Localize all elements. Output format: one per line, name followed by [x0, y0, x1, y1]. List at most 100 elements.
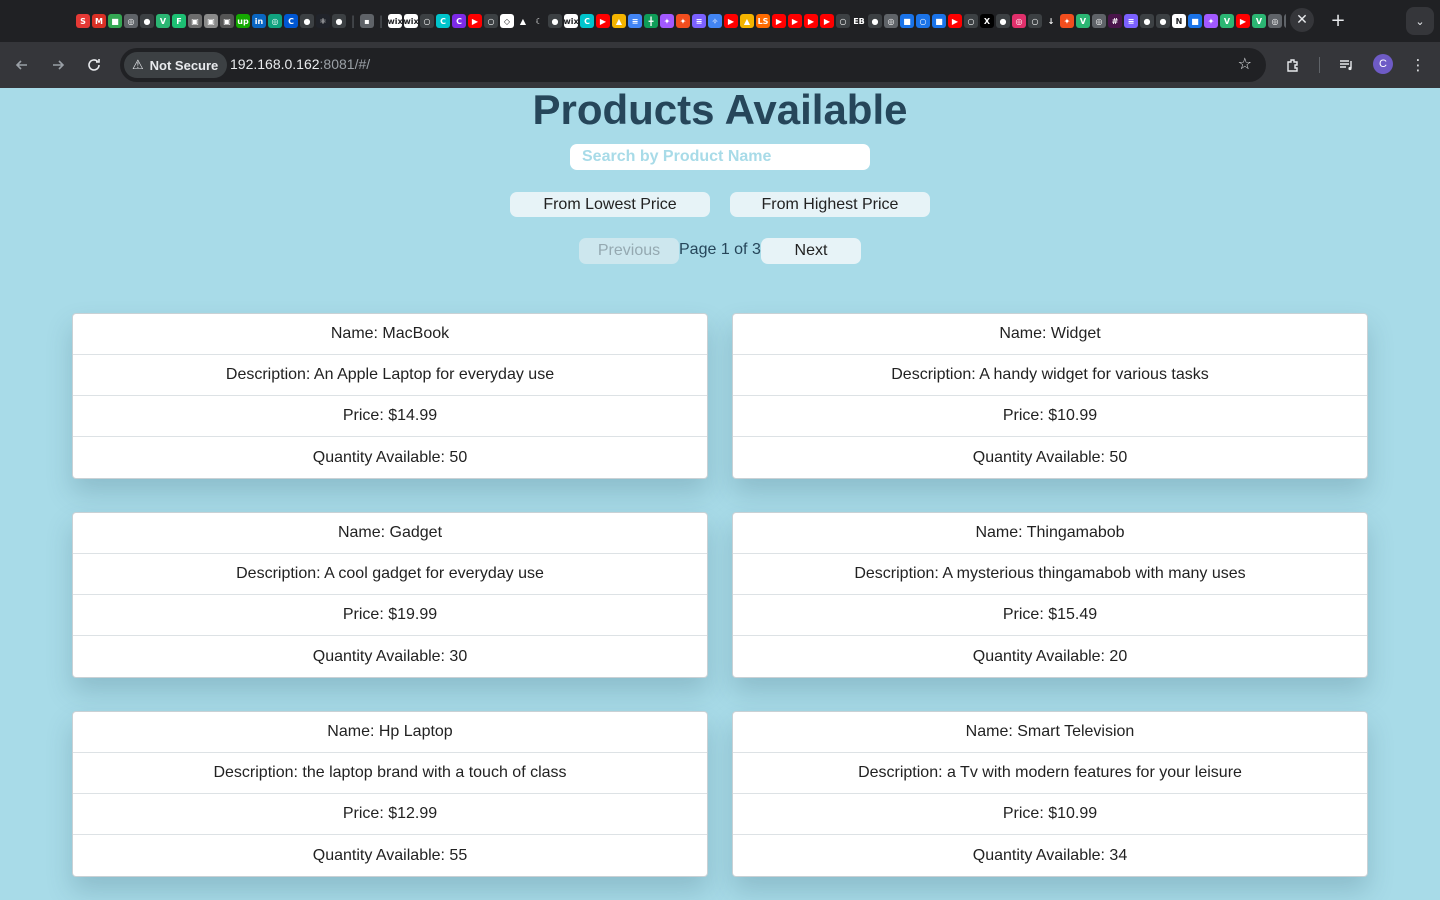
favicon-github-icon[interactable]: ●: [996, 14, 1010, 28]
favicon-search-icon[interactable]: ○: [836, 14, 850, 28]
favicon-github-icon[interactable]: ●: [140, 14, 154, 28]
favicon-github-icon[interactable]: ●: [548, 14, 562, 28]
favicon-drive-icon[interactable]: ▲: [740, 14, 754, 28]
favicon-linkedin-icon[interactable]: in: [252, 14, 266, 28]
favicon-react-icon[interactable]: ⚛: [316, 14, 330, 28]
favicon-fiverr-icon[interactable]: F: [172, 14, 186, 28]
favicon-ls-icon[interactable]: LS: [756, 14, 770, 28]
tab-search-icon[interactable]: ⌄: [1406, 7, 1434, 35]
favicon-v-icon[interactable]: V: [1076, 14, 1090, 28]
favicon-openai-icon[interactable]: ◎: [124, 14, 138, 28]
favicon-moon-icon[interactable]: ☾: [532, 14, 546, 28]
favicon-sparkle-icon[interactable]: ✧: [708, 14, 722, 28]
new-tab-icon[interactable]: +: [1326, 8, 1350, 32]
favicon-wix-icon[interactable]: wix: [388, 14, 402, 28]
favicon-list-icon[interactable]: ≡: [692, 14, 706, 28]
favicon-youtube-icon[interactable]: ▶: [596, 14, 610, 28]
favicon-openai-icon[interactable]: ◎: [1092, 14, 1106, 28]
favicon-slack-icon[interactable]: #: [1108, 14, 1122, 28]
forward-arrow-icon[interactable]: [44, 51, 72, 79]
favicon-github-icon[interactable]: ●: [1140, 14, 1154, 28]
security-chip[interactable]: ⚠ Not Secure: [124, 52, 228, 78]
favicon-search-icon[interactable]: ○: [964, 14, 978, 28]
favicon-list-icon[interactable]: ≡: [1124, 14, 1138, 28]
favicon-search-icon[interactable]: ○: [420, 14, 434, 28]
favicon-youtube-icon[interactable]: ▶: [804, 14, 818, 28]
favicon-github-icon[interactable]: ●: [332, 14, 346, 28]
favicon-openai-icon[interactable]: ◎: [1284, 14, 1286, 28]
favicon-youtube-icon[interactable]: ▶: [1236, 14, 1250, 28]
favicon-figma-icon[interactable]: ✦: [676, 14, 690, 28]
favicon-search-icon[interactable]: ○: [916, 14, 930, 28]
address-bar[interactable]: ⚠ Not Secure 192.168.0.162:8081/#/ ☆: [120, 48, 1266, 82]
favicon-image-icon[interactable]: ▣: [204, 14, 218, 28]
favicon-github-icon[interactable]: ●: [300, 14, 314, 28]
product-price: Price: $12.99: [73, 794, 707, 835]
favicon-youtube-icon[interactable]: ▶: [468, 14, 482, 28]
product-search-input[interactable]: [570, 144, 870, 170]
favicon-image-icon[interactable]: ▣: [188, 14, 202, 28]
favicon-youtube-icon[interactable]: ▶: [820, 14, 834, 28]
favicon-v-icon[interactable]: V: [1220, 14, 1234, 28]
next-page-button[interactable]: Next: [761, 238, 861, 264]
favicon-figma-icon[interactable]: ✦: [660, 14, 674, 28]
favicon-bookmark-icon[interactable]: ■: [108, 14, 122, 28]
reload-icon[interactable]: [80, 51, 108, 79]
favicon-bookmark-icon[interactable]: ■: [1188, 14, 1202, 28]
favicon-bookmark-icon[interactable]: ■: [900, 14, 914, 28]
menu-kebab-icon[interactable]: ⋮: [1404, 51, 1432, 79]
favicon-s-icon[interactable]: S: [76, 14, 90, 28]
favicon-codepen-icon[interactable]: ◇: [500, 14, 514, 28]
favicon-openai-icon[interactable]: ◎: [884, 14, 898, 28]
favicon-github-icon[interactable]: ●: [868, 14, 882, 28]
profile-avatar[interactable]: C: [1373, 54, 1393, 74]
favicon-download-icon[interactable]: ↓: [1044, 14, 1058, 28]
favicon-gmail-icon[interactable]: M: [92, 14, 106, 28]
favicon-github-icon[interactable]: ●: [1156, 14, 1170, 28]
media-control-icon[interactable]: [1332, 51, 1360, 79]
favicon-coursera-icon[interactable]: C: [284, 14, 298, 28]
favicon-wix-icon[interactable]: wix: [564, 14, 578, 28]
url-text[interactable]: 192.168.0.162:8081/#/: [230, 56, 370, 72]
favicon-search-icon[interactable]: ○: [484, 14, 498, 28]
favicon-v-icon[interactable]: V: [156, 14, 170, 28]
product-card: Name: Thingamabob Description: A mysteri…: [732, 512, 1368, 678]
favicon-canva-icon[interactable]: C: [580, 14, 594, 28]
favicon-chatgpt-icon[interactable]: ◎: [268, 14, 282, 28]
sort-highest-price-button[interactable]: From Highest Price: [730, 192, 930, 217]
url-path: :8081/#/: [319, 56, 371, 72]
bookmark-star-icon[interactable]: ☆: [1238, 54, 1252, 73]
favicon-youtube-icon[interactable]: ▶: [948, 14, 962, 28]
favicon-v-icon[interactable]: V: [1252, 14, 1266, 28]
previous-page-button[interactable]: Previous: [579, 238, 679, 264]
favicon-upwork-icon[interactable]: up: [236, 14, 250, 28]
favicon-sheets-icon[interactable]: ╋: [644, 14, 658, 28]
favicon-canva-icon[interactable]: C: [452, 14, 466, 28]
favicon-drive-icon[interactable]: ▲: [612, 14, 626, 28]
extensions-icon[interactable]: [1279, 51, 1307, 79]
product-name: Name: Thingamabob: [733, 513, 1367, 554]
favicon-youtube-icon[interactable]: ▶: [724, 14, 738, 28]
favicon-search-icon[interactable]: ○: [1028, 14, 1042, 28]
favicon-canva-icon[interactable]: C: [436, 14, 450, 28]
tab-close-icon[interactable]: ✕: [1290, 8, 1314, 32]
favicon-folder-icon[interactable]: ▪: [360, 14, 374, 28]
favicon-image-icon[interactable]: ▣: [220, 14, 234, 28]
favicon-figma-icon[interactable]: ✦: [1060, 14, 1074, 28]
favicon-docs-icon[interactable]: ≡: [628, 14, 642, 28]
favicon-youtube-icon[interactable]: ▶: [788, 14, 802, 28]
back-arrow-icon[interactable]: [8, 51, 36, 79]
favicon-eb-icon[interactable]: EB: [852, 14, 866, 28]
favicon-instagram-icon[interactable]: ◎: [1012, 14, 1026, 28]
favicon-bookmark-icon[interactable]: ■: [932, 14, 946, 28]
favicon-x-icon[interactable]: X: [980, 14, 994, 28]
favicon-notion-icon[interactable]: N: [1172, 14, 1186, 28]
favicon-wix-icon[interactable]: wix: [404, 14, 418, 28]
sort-lowest-price-button[interactable]: From Lowest Price: [510, 192, 710, 217]
product-card: Name: Hp Laptop Description: the laptop …: [72, 711, 708, 877]
favicon-openai-icon[interactable]: ◎: [1268, 14, 1282, 28]
favicon-youtube-icon[interactable]: ▶: [772, 14, 786, 28]
product-name: Name: Widget: [733, 314, 1367, 355]
favicon-figma-icon[interactable]: ✦: [1204, 14, 1218, 28]
favicon-triangle-icon[interactable]: ▲: [516, 14, 530, 28]
